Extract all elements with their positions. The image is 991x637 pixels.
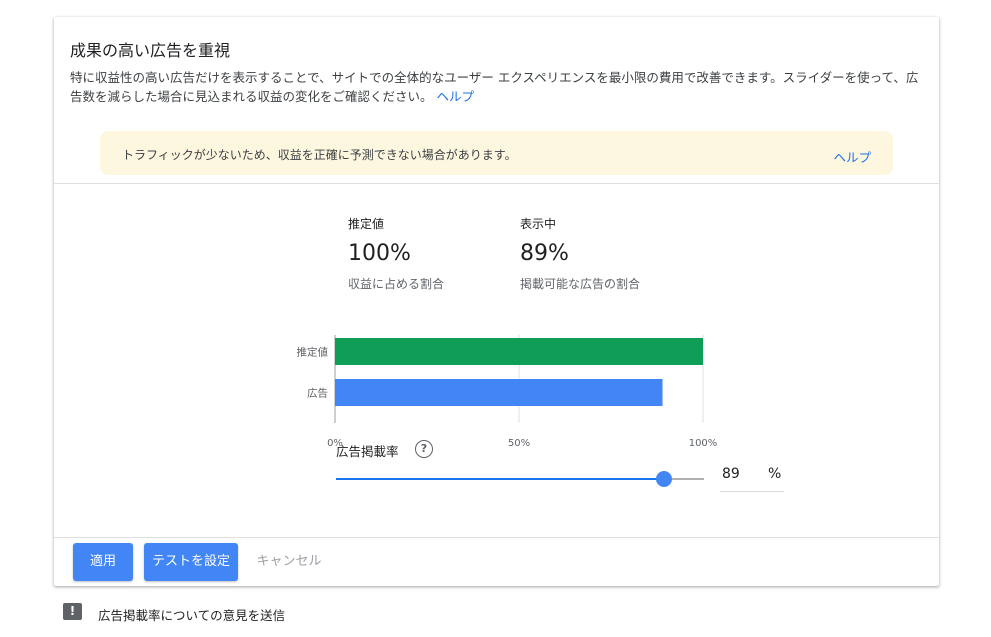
chart-x-tick-label: 100% (689, 438, 718, 449)
description-text: 特に収益性の高い広告だけを表示することで、サイトでの全体的なユーザー エクスペリ… (70, 70, 919, 104)
estimate-sub: 収益に占める割合 (348, 277, 445, 291)
help-link[interactable]: ヘルプ (437, 89, 475, 104)
test-button[interactable]: テストを設定 (144, 543, 238, 581)
feedback-link[interactable]: 広告掲載率についての意見を送信 (98, 605, 285, 624)
feedback-icon[interactable]: ! (63, 603, 82, 620)
chart-category-label: 推定値 (297, 346, 329, 359)
divider-top (54, 183, 939, 184)
ad-balance-card: 成果の高い広告を重視 特に収益性の高い広告だけを表示することで、サイトでの全体的… (54, 17, 939, 586)
chart-x-tick-label: 50% (508, 438, 530, 449)
ad-rate-input[interactable]: 89 (722, 466, 740, 482)
showing-sub: 掲載可能な広告の割合 (520, 277, 641, 291)
chart-bar (335, 338, 703, 365)
percent-unit: % (768, 466, 782, 482)
divider-bottom (54, 537, 939, 538)
estimate-label: 推定値 (348, 217, 385, 231)
slider-fill (336, 478, 664, 480)
traffic-warning-banner: トラフィックが少ないため、収益を正確に予測できない場合があります。 ヘルプ (100, 131, 893, 175)
slider-thumb[interactable] (655, 471, 672, 487)
chart-bar (335, 379, 663, 406)
card-title: 成果の高い広告を重視 (70, 41, 231, 60)
slider-label: 広告掲載率 (336, 444, 399, 459)
warning-help-link[interactable]: ヘルプ (833, 147, 871, 166)
showing-label: 表示中 (520, 217, 557, 231)
ad-rate-input-underline (720, 491, 784, 492)
apply-button[interactable]: 適用 (73, 543, 133, 581)
warning-text: トラフィックが少ないため、収益を正確に予測できない場合があります。 (122, 148, 517, 162)
showing-value: 89% (520, 241, 569, 266)
cancel-button[interactable]: キャンセル (248, 543, 330, 581)
ad-rate-slider[interactable] (336, 471, 704, 487)
card-description: 特に収益性の高い広告だけを表示することで、サイトでの全体的なユーザー エクスペリ… (70, 68, 930, 106)
ad-balance-chart: 0% 50% 100%推定値広告 (297, 335, 718, 449)
question-circle-icon[interactable]: ? (415, 440, 433, 458)
chart-category-label: 広告 (307, 387, 328, 400)
estimate-value: 100% (348, 241, 411, 266)
